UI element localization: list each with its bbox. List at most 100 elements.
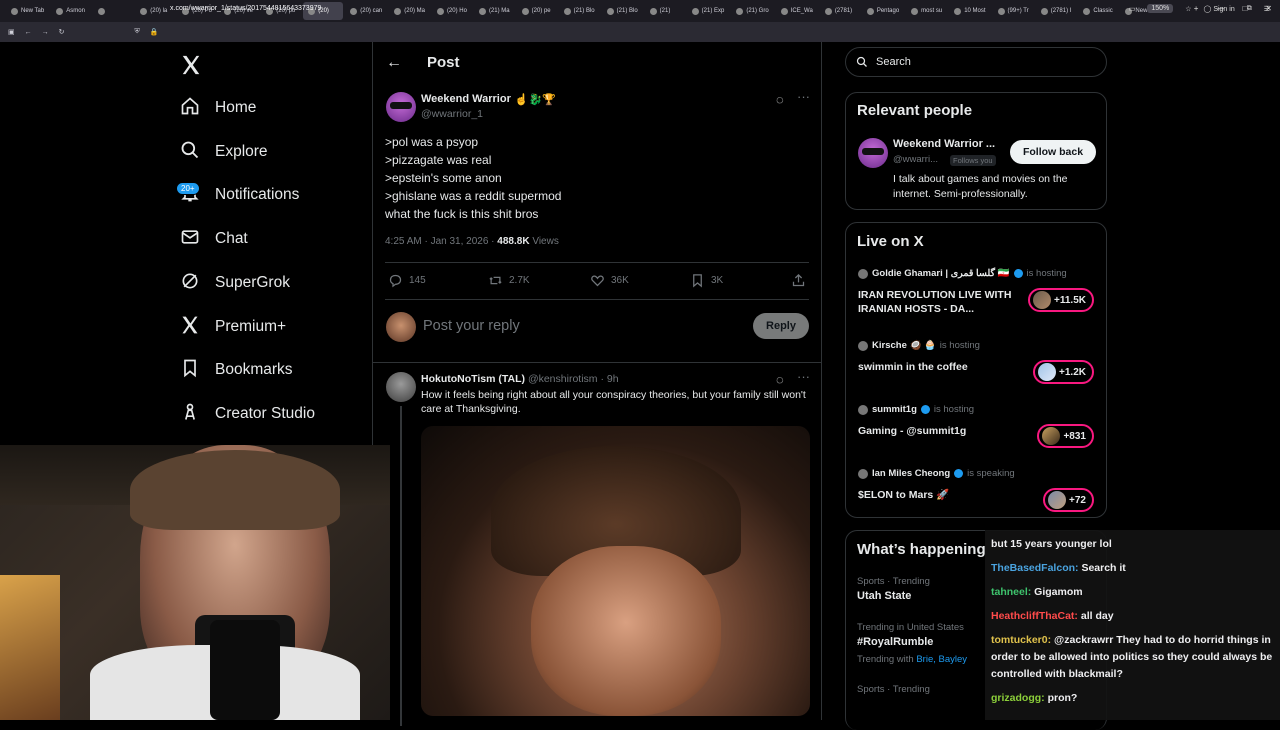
post-time[interactable]: 4:25 AM · Jan 31, 2026 ·: [385, 236, 497, 247]
share-icon: [792, 273, 805, 287]
tab-favicon-icon: [691, 7, 699, 15]
space-title[interactable]: IRAN REVOLUTION LIVE WITH IRANIAN HOSTS …: [858, 288, 1023, 316]
trend-with-links[interactable]: Brie, Bayley: [916, 654, 967, 665]
reader-icon[interactable]: ▭: [1129, 5, 1136, 13]
space-listeners-pill[interactable]: +831: [1037, 424, 1094, 448]
trend-name[interactable]: #RoyalRumble: [857, 636, 933, 648]
back-icon[interactable]: ←: [25, 29, 32, 36]
chat-message: tahneel: Gigamom: [991, 584, 1274, 601]
browser-tab[interactable]: (20) Ma: [389, 2, 430, 20]
star-icon[interactable]: ☆: [1185, 5, 1191, 13]
browser-tab[interactable]: (21) Ma: [474, 2, 515, 20]
like-action[interactable]: 36K: [590, 273, 629, 288]
browser-tab[interactable]: most su: [906, 2, 947, 20]
verified-badge-icon: [920, 405, 930, 414]
reply-input[interactable]: Post your reply: [423, 318, 520, 334]
browser-tab[interactable]: (20) can: [345, 2, 387, 20]
grok-icon[interactable]: ◌: [776, 372, 784, 387]
more-options-icon[interactable]: ···: [797, 89, 810, 104]
follow-back-button[interactable]: Follow back: [1010, 140, 1096, 164]
reply-author-name[interactable]: HokutoNoTism (TAL): [421, 373, 525, 385]
reply-button[interactable]: Reply: [753, 313, 809, 339]
nav-item-premium[interactable]: Premium+: [180, 314, 286, 340]
tab-label: 10 Most: [964, 8, 986, 14]
reply-author-handle[interactable]: @kenshirotism: [528, 373, 598, 385]
repost-action[interactable]: 2.7K: [488, 273, 530, 288]
author-avatar[interactable]: [386, 92, 416, 122]
browser-tab[interactable]: (21) Exp: [687, 2, 730, 20]
person-name[interactable]: Weekend Warrior ...: [893, 138, 995, 150]
tab-label: (20) la: [150, 8, 168, 14]
browser-tab[interactable]: [93, 2, 133, 20]
nav-item-explore[interactable]: Explore: [180, 139, 268, 165]
reload-icon[interactable]: ↻: [59, 28, 65, 36]
url-field[interactable]: x.com/wwarrior_1/status/2017544815643373…: [170, 5, 321, 12]
browser-tab[interactable]: Pentago: [862, 2, 904, 20]
live-host[interactable]: summit1g is hosting: [858, 404, 974, 415]
browser-tab[interactable]: Asmon: [51, 2, 91, 20]
browser-tab[interactable]: (21): [645, 2, 685, 20]
browser-tab[interactable]: New Tab: [6, 2, 49, 20]
reply-media-image[interactable]: [421, 426, 810, 716]
search-input[interactable]: Search: [845, 47, 1107, 77]
author-name[interactable]: Weekend Warrior: [421, 93, 511, 106]
live-on-x-card: Live on X Goldie Ghamari | گلسا قمری 🇮🇷 i…: [845, 222, 1107, 518]
user-avatar[interactable]: [386, 312, 416, 342]
nav-item-supergrok[interactable]: SuperGrok: [180, 270, 290, 296]
tab-label: ICE_Wa: [790, 8, 813, 14]
space-title[interactable]: swimmin in the coffee: [858, 360, 1028, 374]
live-host[interactable]: Goldie Ghamari | گلسا قمری 🇮🇷 is hosting: [858, 268, 1067, 279]
space-title[interactable]: Gaming - @summit1g: [858, 424, 1028, 438]
grok-icon[interactable]: ◌: [776, 92, 784, 107]
live-host[interactable]: Kirsche 🥥 🧁 is hosting: [858, 340, 980, 351]
person-avatar[interactable]: [858, 138, 888, 168]
browser-tab[interactable]: (20) Ho: [432, 2, 472, 20]
reply-time[interactable]: · 9h: [598, 373, 618, 385]
listener-avatar: [1042, 427, 1061, 445]
zoom-level[interactable]: 150%: [1147, 4, 1174, 13]
share-action[interactable]: [791, 273, 806, 288]
browser-tab[interactable]: (21) Blo: [602, 2, 643, 20]
bookmark-action[interactable]: 3K: [690, 273, 723, 288]
browser-tab[interactable]: (21) Gro: [731, 2, 773, 20]
browser-tab[interactable]: (20) pe: [517, 2, 557, 20]
menu-icon[interactable]: ☰: [1264, 5, 1270, 13]
live-host[interactable]: Ian Miles Cheong is speaking: [858, 468, 1015, 479]
browser-tab[interactable]: (21) Blo: [559, 2, 600, 20]
browser-tab[interactable]: (2781): [820, 2, 860, 20]
x-logo-icon[interactable]: [180, 54, 202, 81]
sidebar-toggle-icon[interactable]: ▣: [8, 28, 15, 36]
space-listeners-pill[interactable]: +11.5K: [1028, 288, 1094, 312]
back-arrow-icon[interactable]: ←: [386, 54, 402, 72]
tab-label: (21) Gro: [746, 8, 769, 14]
post-meta: 4:25 AM · Jan 31, 2026 · 488.8K Views: [385, 236, 559, 247]
person-handle[interactable]: @wwarri...: [893, 154, 938, 165]
browser-tab[interactable]: (2781) I: [1036, 2, 1077, 20]
browser-tab[interactable]: Classic: [1078, 2, 1118, 20]
tab-favicon-icon: [780, 7, 788, 15]
x-logo-icon: [180, 315, 200, 340]
shield-icon[interactable]: ⛨: [135, 28, 140, 36]
listener-count: +831: [1063, 430, 1086, 442]
space-listeners-pill[interactable]: +72: [1043, 488, 1094, 512]
space-title[interactable]: $ELON to Mars 🚀: [858, 488, 1028, 502]
browser-tab[interactable]: 10 Most: [949, 2, 990, 20]
trend-name[interactable]: Utah State: [857, 590, 911, 602]
forward-icon[interactable]: →: [42, 29, 49, 36]
nav-item-home[interactable]: Home: [180, 95, 256, 121]
tab-label: New Tab: [21, 8, 45, 14]
more-options-icon[interactable]: ···: [797, 369, 810, 384]
bookmark-icon: [180, 358, 200, 383]
reply-action[interactable]: 145: [388, 273, 426, 288]
sign-in-button[interactable]: ◯ Sign in: [1204, 5, 1235, 13]
card-title: Live on X: [857, 233, 924, 250]
browser-tab[interactable]: (99+) Tr: [993, 2, 1034, 20]
nav-item-chat[interactable]: Chat: [180, 226, 248, 252]
nav-item-bookmarks[interactable]: Bookmarks: [180, 357, 293, 383]
browser-tab[interactable]: ICE_Wa: [776, 2, 818, 20]
author-handle[interactable]: @wwarrior_1: [421, 108, 483, 120]
extensions-icon[interactable]: ⧉: [1247, 5, 1252, 13]
space-listeners-pill[interactable]: +1.2K: [1033, 360, 1094, 384]
reply-author-avatar[interactable]: [386, 372, 416, 402]
nav-item-creator-studio[interactable]: Creator Studio: [180, 401, 315, 427]
